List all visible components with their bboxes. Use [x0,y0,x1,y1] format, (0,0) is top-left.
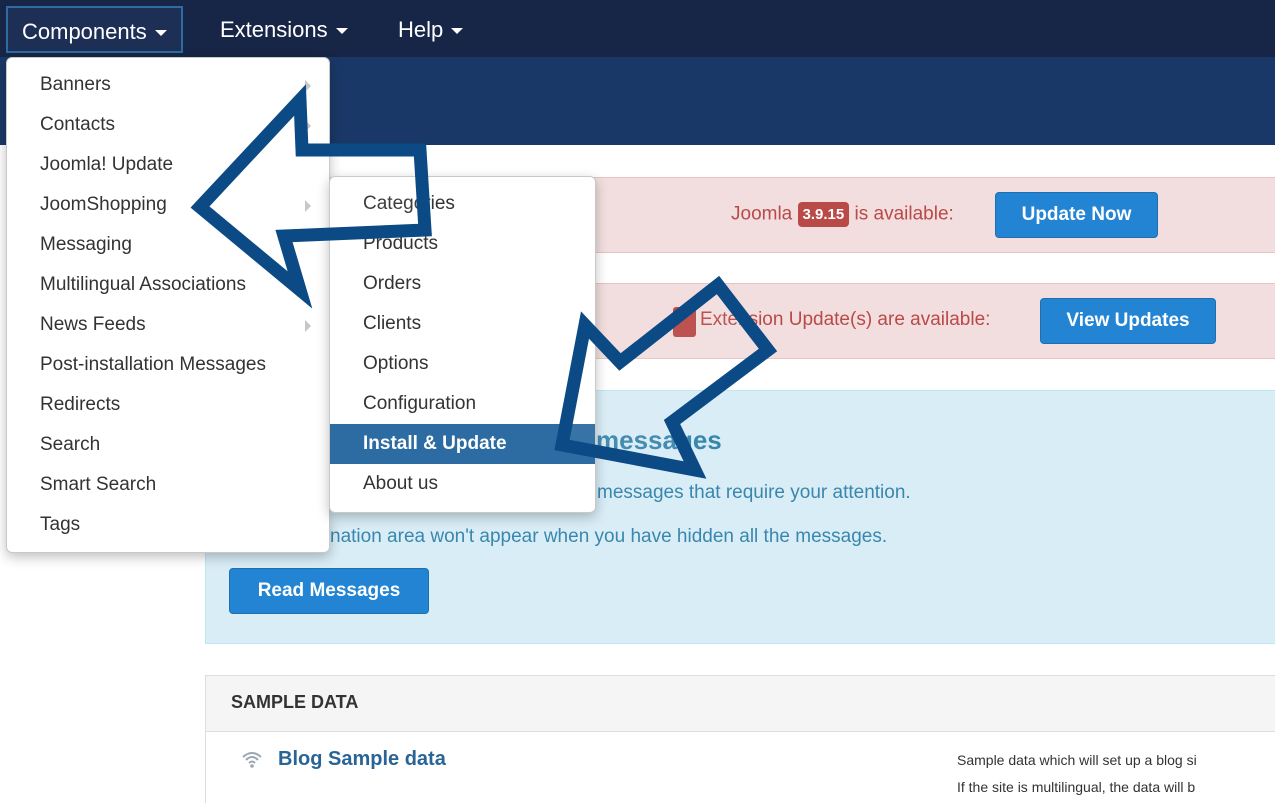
postinstall-line-2: nation area won't appear when you have h… [330,526,888,547]
sample-data-title: SAMPLE DATA [231,692,359,712]
menu-item-label: Contacts [40,114,115,135]
nav-extensions-menu[interactable]: Extensions [206,6,362,53]
blog-sample-data-link[interactable]: Blog Sample data [278,748,446,771]
read-messages-button[interactable]: Read Messages [229,568,429,614]
sample-data-description-line-2: If the site is multilingual, the data wi… [957,779,1196,795]
submenu-arrow-icon [305,80,311,92]
submenu-arrow-icon [305,200,311,212]
menu-item-messaging[interactable]: Messaging [7,225,329,265]
menu-item-label: Search [40,434,101,455]
joomshopping-submenu: Categories Products Orders Clients Optio… [329,176,596,513]
submenu-item-clients[interactable]: Clients [330,304,595,344]
submenu-item-about-us[interactable]: About us [330,464,595,504]
view-updates-button[interactable]: View Updates [1040,298,1216,344]
menu-item-label: Smart Search [40,474,157,495]
nav-extensions-label: Extensions [220,17,328,42]
extension-count-badge [673,307,696,337]
caret-down-icon [335,28,348,35]
version-badge: 3.9.15 [797,202,850,227]
submenu-item-configuration[interactable]: Configuration [330,384,595,424]
update-now-button[interactable]: Update Now [995,192,1158,238]
menu-item-label: Tags [40,514,81,535]
submenu-item-options[interactable]: Options [330,344,595,384]
caret-down-icon [451,28,464,35]
nav-components-menu[interactable]: Components [6,6,183,53]
nav-help-menu[interactable]: Help [384,6,477,53]
wifi-icon [242,752,262,768]
menu-item-news-feeds[interactable]: News Feeds [7,305,329,345]
submenu-item-products[interactable]: Products [330,224,595,264]
menu-item-label: Post-installation Messages [40,354,266,375]
menu-item-banners[interactable]: Banners [7,65,329,105]
submenu-item-label: Products [363,233,438,254]
nav-components-label: Components [22,19,147,44]
menu-item-label: Banners [40,74,111,95]
menu-item-post-installation-messages[interactable]: Post-installation Messages [7,345,329,385]
menu-item-tags[interactable]: Tags [7,505,329,545]
submenu-item-orders[interactable]: Orders [330,264,595,304]
submenu-item-label: About us [363,473,438,494]
menu-item-redirects[interactable]: Redirects [7,385,329,425]
postinstall-line-1: messages that require your attention. [597,482,911,503]
joomla-update-message: Joomla 3.9.15 is available: [731,202,954,227]
menu-item-label: Joomla! Update [40,154,174,175]
extension-update-message: Extension Update(s) are available: [700,309,991,330]
submenu-item-label: Clients [363,313,422,334]
submenu-item-label: Install & Update [363,433,507,454]
submenu-item-install-update[interactable]: Install & Update [330,424,595,464]
joomla-prefix: Joomla [731,203,793,225]
menu-item-joomshopping[interactable]: JoomShopping [7,185,329,225]
menu-item-label: Messaging [40,234,132,255]
joomla-suffix: is available: [854,203,954,225]
menu-item-label: JoomShopping [40,194,167,215]
sample-data-description-line-1: Sample data which will set up a blog si [957,752,1197,768]
top-navbar: Components Extensions Help [0,0,1275,57]
caret-down-icon [154,30,167,37]
menu-item-smart-search[interactable]: Smart Search [7,465,329,505]
menu-item-joomla-update[interactable]: Joomla! Update [7,145,329,185]
components-dropdown-menu: Banners Contacts Joomla! Update JoomShop… [6,57,330,553]
menu-item-contacts[interactable]: Contacts [7,105,329,145]
submenu-arrow-icon [305,320,311,332]
menu-item-label: Multilingual Associations [40,274,246,295]
menu-item-search[interactable]: Search [7,425,329,465]
menu-item-label: Redirects [40,394,121,415]
submenu-item-label: Orders [363,273,422,294]
menu-item-label: News Feeds [40,314,146,335]
submenu-item-label: Configuration [363,393,477,414]
nav-help-label: Help [398,17,444,42]
submenu-item-label: Options [363,353,429,374]
postinstall-heading: messages [596,425,722,455]
submenu-arrow-icon [305,120,311,132]
menu-item-multilingual-associations[interactable]: Multilingual Associations [7,265,329,305]
submenu-item-categories[interactable]: Categories [330,184,595,224]
submenu-item-label: Categories [363,193,455,214]
